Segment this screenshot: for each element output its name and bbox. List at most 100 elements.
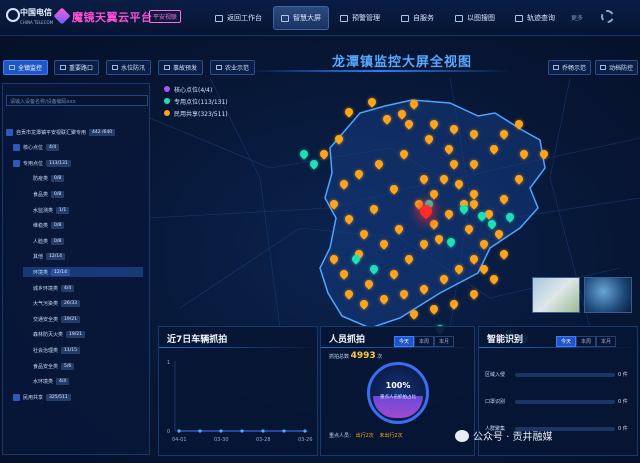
tree-item[interactable]: 维稳类 0/8 — [23, 221, 143, 231]
tree-item-count: 325/511 — [46, 393, 71, 401]
tree-item-count: 4/4 — [46, 144, 60, 152]
vehicle-line-chart: 1 004-01 03-30 03-28 03-26 — [167, 360, 313, 443]
nav-image-search[interactable]: 以图搜图 — [448, 6, 502, 30]
tree-item[interactable]: 民用共享 325/511 — [13, 392, 143, 402]
tab-agri-demo[interactable]: 农业示范 — [210, 60, 256, 75]
smart-row-value: 0 件 — [618, 399, 628, 405]
more-menu[interactable]: 更多 — [571, 13, 583, 22]
tree-item[interactable]: 自贡市龙潭镇平安视联汇聚专用 442 /640 — [6, 127, 143, 137]
tree-item[interactable]: 人脸类 0/8 — [23, 236, 143, 246]
title-underline — [250, 70, 510, 72]
tree-item[interactable]: 食品安全类 5/6 — [23, 361, 143, 371]
data-point — [177, 429, 181, 433]
nav-self-service[interactable]: 自服务 — [394, 6, 441, 30]
nav-back-to-workbench[interactable]: 返回工作台 — [208, 6, 269, 30]
map-thumbnail-street[interactable] — [532, 277, 580, 313]
nav-track-query[interactable]: 轨迹查询 — [508, 6, 562, 30]
tree-item-label: 自贡市龙潭镇平安视联汇聚专用 — [16, 129, 87, 136]
tree-item-label: 人脸类 — [33, 238, 49, 245]
person-tab-month[interactable]: 本月 — [434, 336, 455, 347]
smart-tab-week[interactable]: 本周 — [576, 336, 597, 347]
tree-item[interactable]: 森林防灭火类 19/21 — [23, 330, 143, 340]
tree-item-label: 食品类 — [33, 191, 49, 198]
device-search-input[interactable]: 请输入设备名称/设备编码xxx — [6, 95, 148, 106]
gear-icon[interactable] — [601, 10, 614, 23]
y-tick-label: 0 — [167, 429, 170, 435]
tree-item[interactable]: 水环境类 4/4 — [23, 377, 143, 387]
tree-item[interactable]: 环境类 12/14 — [23, 267, 143, 278]
tree-item[interactable]: 水监测类 1/1 — [23, 205, 143, 215]
nav-smart-screen[interactable]: 智慧大屏 — [273, 6, 329, 30]
service-icon — [401, 14, 409, 22]
brand-badge: 平安视联 — [149, 10, 182, 23]
telecom-logo-icon — [6, 8, 20, 22]
tab-town-monitor[interactable]: 全镇监控 — [3, 60, 49, 75]
tree-item-label: 水监测类 — [33, 207, 54, 214]
vehicle-panel-title: 近7日车辆抓拍 — [167, 335, 228, 345]
tree-item[interactable]: 食品类 0/8 — [23, 189, 143, 199]
tree-item-label: 社会治理类 — [33, 347, 59, 354]
tab-accident-warning[interactable]: 事故预发 — [158, 60, 204, 75]
tree-item[interactable]: 城乡环境类 4/4 — [23, 283, 143, 293]
tree-item[interactable]: 大气污染类 26/33 — [23, 299, 143, 309]
grid-icon — [553, 65, 559, 70]
legend-item: 核心点位(4/4) — [164, 83, 228, 95]
tree-item[interactable]: 交通安全类 19/21 — [23, 314, 143, 324]
tree-item[interactable]: 核心点位 4/4 — [13, 143, 143, 153]
tree-item-label: 森林防灭火类 — [33, 332, 64, 339]
smart-row-label: 口罩识别 — [485, 399, 506, 405]
grid-icon — [600, 65, 606, 70]
tree-item-count: 0/8 — [51, 175, 65, 183]
tree-expand-icon[interactable] — [6, 128, 13, 136]
grid-icon — [164, 65, 170, 70]
image-search-icon — [455, 14, 463, 22]
tree-expand-icon[interactable] — [13, 144, 20, 152]
tree-item-count: 0/8 — [51, 222, 65, 230]
smart-tab-month[interactable]: 本月 — [596, 336, 617, 347]
tree-expand-icon[interactable] — [13, 393, 20, 401]
page-title: 龙潭镇监控大屏全视图 — [332, 55, 473, 70]
person-tab-today[interactable]: 今天 — [394, 336, 415, 347]
tab-right-control[interactable]: 动档防控 — [595, 60, 639, 75]
tree-expand-icon[interactable] — [13, 159, 20, 167]
nav-alert-management[interactable]: 预警管理 — [333, 6, 387, 30]
gauge-percent: 100% — [385, 381, 411, 390]
x-tick-label: 03-30 — [214, 437, 229, 443]
tree-item-count: 442 /640 — [89, 128, 116, 136]
tree-item[interactable]: 专用点位 113/131 — [13, 158, 143, 168]
smart-tab-today[interactable]: 今天 — [556, 336, 577, 347]
tree-item-label: 防疫类 — [33, 176, 49, 183]
tree-item-label: 专用点位 — [23, 160, 44, 167]
tree-item-label: 其他 — [33, 254, 44, 261]
logo-text: 中国电信 — [20, 8, 52, 17]
person-panel-title: 人员抓拍 — [329, 335, 366, 345]
panel-divider — [321, 347, 474, 348]
tree-item-count: 19/21 — [66, 331, 85, 339]
tree-item[interactable]: 防疫类 0/8 — [23, 174, 143, 184]
legend-dot — [164, 86, 170, 92]
tab-key-intersection[interactable]: 重要路口 — [54, 60, 100, 75]
page-title-banner: 龙潭镇监控大屏全视图 — [250, 46, 510, 74]
brand-title: 魔镜天翼云平台 — [72, 11, 153, 24]
panel-divider — [159, 347, 317, 348]
map-thumbnail-satellite[interactable] — [584, 277, 632, 313]
person-tab-week[interactable]: 本周 — [414, 336, 435, 347]
tab-flood-control[interactable]: 水位防汛 — [106, 60, 152, 75]
tree-item-count: 12/14 — [51, 268, 70, 276]
top-bar: 中国电信 CHINA TELECOM 魔镜天翼云平台 平安视联 返回工作台 智慧… — [0, 0, 640, 36]
track-icon — [515, 14, 523, 22]
panel-divider — [479, 347, 637, 348]
tree-item-label: 民用共享 — [23, 394, 44, 401]
tab-right-demo[interactable]: 乔畅示范 — [548, 60, 592, 75]
back-icon — [215, 14, 223, 22]
key-person-stats: 重点人员： 出行2次 未出行2次 — [329, 433, 403, 439]
tree-item-label: 交通安全类 — [33, 316, 59, 323]
tree-item[interactable]: 社会治理类 11/15 — [23, 345, 143, 355]
tree-item-count: 0/8 — [51, 237, 65, 245]
smart-period-switch: 今天 本周 本月 — [556, 336, 617, 347]
data-point — [240, 429, 244, 433]
data-point — [303, 429, 307, 433]
tree-item[interactable]: 其他 12/14 — [23, 252, 143, 262]
tree-item-label: 水环境类 — [33, 379, 54, 386]
data-point — [261, 429, 265, 433]
